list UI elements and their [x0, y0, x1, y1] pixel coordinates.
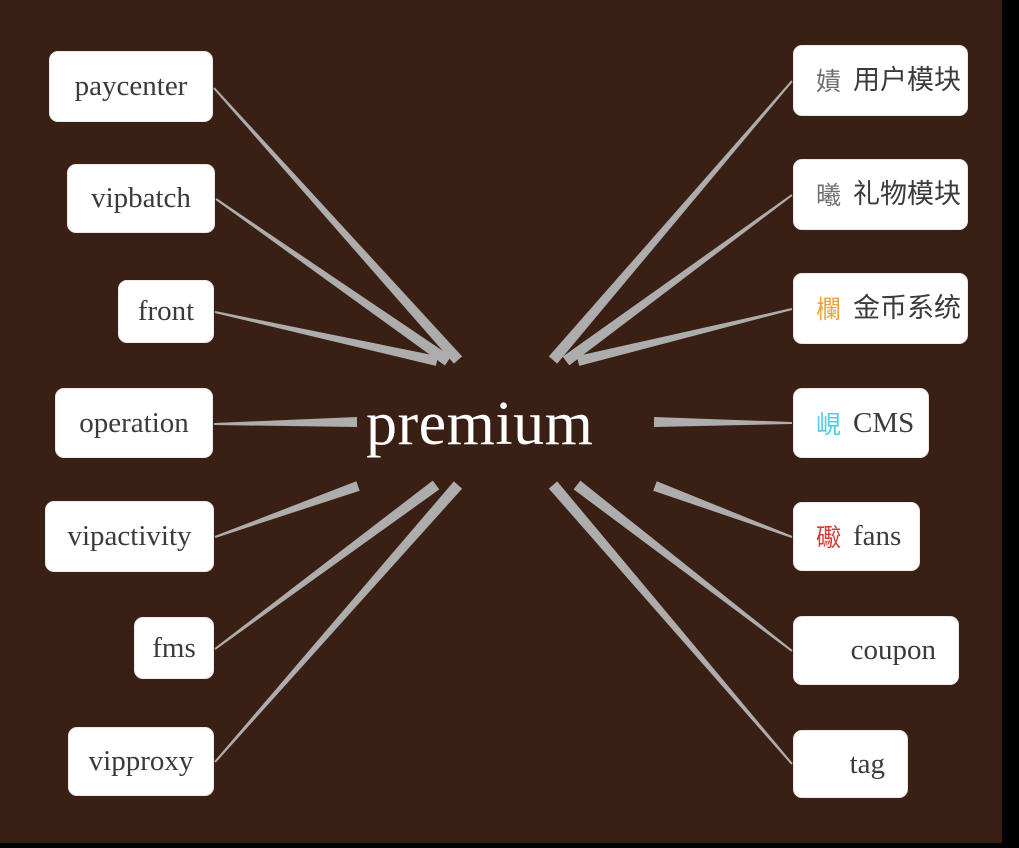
node-label: fms	[152, 631, 196, 664]
node-coupon[interactable]: coupon	[793, 616, 959, 685]
node-vipbatch[interactable]: vipbatch	[67, 164, 215, 233]
node-fans[interactable]: 礮 fans	[793, 502, 920, 571]
edge-vipactivity	[214, 481, 360, 538]
node-CMS[interactable]: 峴 CMS	[793, 388, 929, 458]
node-vipproxy[interactable]: vipproxy	[68, 727, 214, 796]
edge-礼物模块	[562, 194, 793, 366]
edge-CMS	[653, 417, 793, 427]
node-label: vipactivity	[67, 520, 192, 552]
edge-paycenter	[213, 87, 463, 364]
edge-fans	[653, 481, 793, 538]
edge-tag	[548, 481, 793, 765]
node-fms[interactable]: fms	[134, 617, 214, 679]
node-用户模块[interactable]: 嫧用户模块	[793, 45, 968, 116]
node-label: vipbatch	[91, 182, 191, 214]
root-node-premium[interactable]: premium	[366, 393, 593, 455]
edge-vipproxy	[214, 481, 463, 763]
node-icon-fans: 礮	[816, 523, 842, 552]
node-operation[interactable]: operation	[55, 388, 213, 458]
node-paycenter[interactable]: paycenter	[49, 51, 213, 122]
edge-金币系统	[576, 308, 793, 366]
edge-front	[214, 311, 439, 366]
node-label: front	[137, 295, 195, 327]
node-label: CMS	[853, 406, 915, 439]
node-front[interactable]: front	[118, 280, 214, 343]
node-label: paycenter	[74, 70, 188, 102]
node-vipactivity[interactable]: vipactivity	[45, 501, 214, 572]
mindmap-canvas: premium paycenter vipbatch front operation v…	[0, 0, 1019, 848]
node-label: 用户模块	[853, 65, 962, 96]
node-label: 礼物模块	[853, 179, 962, 210]
node-tag[interactable]: tag	[793, 730, 908, 798]
edge-operation	[213, 417, 358, 427]
node-icon-金币系统: 欄	[816, 295, 842, 324]
edge-coupon	[573, 480, 793, 652]
node-icon-CMS: 峴	[816, 409, 842, 439]
node-icon-用户模块: 嫧	[816, 67, 842, 96]
node-label: coupon	[850, 634, 936, 666]
mindmap-stage[interactable]: premium paycenter vipbatch front operation v…	[0, 0, 1002, 843]
node-礼物模块[interactable]: 曦礼物模块	[793, 159, 968, 230]
node-金币系统[interactable]: 欄金币系统	[793, 273, 968, 344]
edge-vipbatch	[215, 198, 452, 366]
node-label: operation	[79, 406, 189, 439]
edge-用户模块	[548, 80, 793, 364]
node-icon-礼物模块: 曦	[816, 181, 842, 210]
node-label: fans	[853, 520, 902, 552]
node-label: tag	[849, 747, 885, 780]
node-label: vipproxy	[88, 745, 194, 777]
edge-fms	[214, 480, 440, 650]
node-label: 金币系统	[853, 293, 962, 324]
